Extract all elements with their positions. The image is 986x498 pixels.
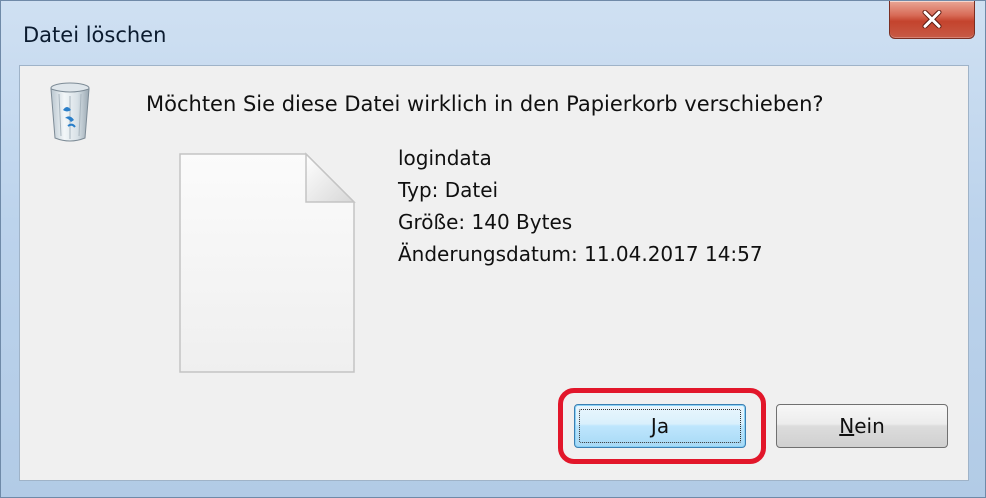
yes-label-rest: a — [656, 414, 670, 438]
confirmation-message: Möchten Sie diese Datei wirklich in den … — [146, 92, 824, 116]
no-label-rest: ein — [854, 414, 885, 438]
blank-file-icon — [179, 152, 356, 373]
recycle-bin-icon — [50, 82, 90, 142]
no-button[interactable]: Nein — [776, 404, 948, 448]
delete-file-dialog: Datei löschen Möchten Sie diese Datei wi… — [0, 0, 986, 498]
file-type: Typ: Datei — [398, 178, 499, 202]
window-title: Datei löschen — [23, 23, 167, 47]
file-name: logindata — [398, 146, 492, 170]
yes-button[interactable]: Ja — [574, 404, 746, 448]
title-bar[interactable]: Datei löschen — [1, 1, 985, 65]
file-details: logindata Typ: Datei Größe: 140 Bytes Än… — [398, 142, 763, 270]
close-icon — [922, 9, 942, 28]
file-size: Größe: 140 Bytes — [398, 210, 573, 234]
no-mnemonic: N — [839, 414, 855, 438]
close-button[interactable] — [889, 1, 975, 39]
file-modified-date: Änderungsdatum: 11.04.2017 14:57 — [398, 242, 763, 266]
dialog-body: Möchten Sie diese Datei wirklich in den … — [19, 65, 969, 481]
